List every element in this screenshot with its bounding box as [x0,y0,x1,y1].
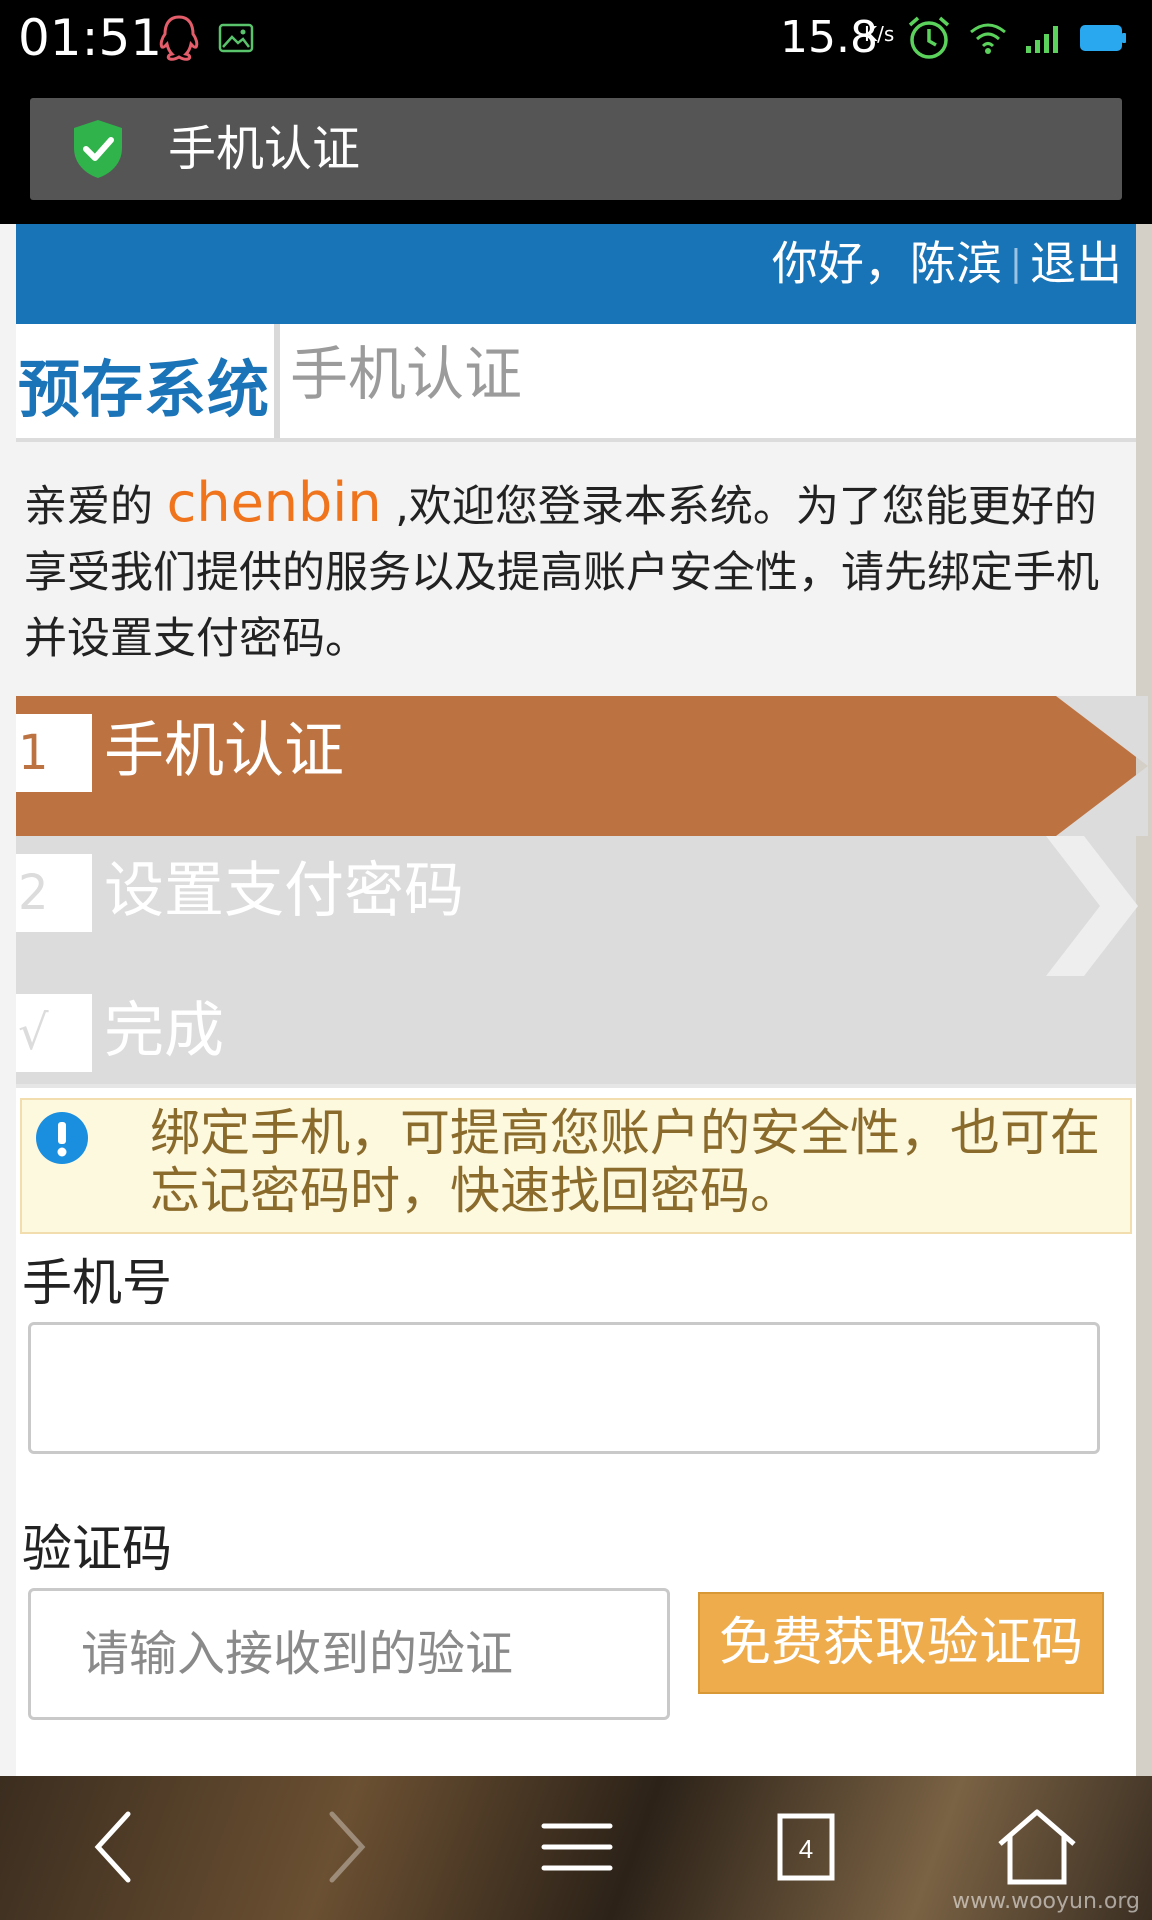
wifi-icon [970,23,1006,54]
logout-link[interactable]: 退出 [1030,237,1122,291]
tab-count: 4 [799,1834,813,1864]
tabs-icon[interactable]: 4 [760,1802,850,1892]
forward-icon[interactable] [300,1802,390,1892]
step-number: 2 [16,854,92,932]
signal-icon [1026,26,1058,53]
bind-phone-form: 绑定手机，可提高您账户的安全性，也可在忘记密码时，快速找回密码。 手机号 验证码… [16,1084,1136,1776]
step-phone-verify: 1 手机认证 [16,696,1148,836]
code-label: 验证码 [22,1520,172,1578]
brand-divider [274,324,280,438]
step-label: 设置支付密码 [104,856,464,926]
user-links: 你好，陈滨 | 退出 [772,228,1122,296]
info-notice: 绑定手机，可提高您账户的安全性，也可在忘记密码时，快速找回密码。 [20,1098,1132,1234]
phone-label: 手机号 [22,1254,172,1312]
user-greeting[interactable]: 你好，陈滨 [772,237,1002,291]
alarm-icon [908,16,950,59]
back-icon[interactable] [70,1802,160,1892]
notice-text: 绑定手机，可提高您账户的安全性，也可在忘记密码时，快速找回密码。 [150,1104,1100,1220]
verification-code-input[interactable] [28,1588,670,1720]
step-check: √ [16,994,92,1072]
browser-nav-bar: 4 www.wooyun.org [0,1776,1152,1920]
battery-icon [1080,25,1126,51]
user-bar: 你好，陈滨 | 退出 [16,224,1136,324]
step-arrow-icon [1056,696,1148,836]
welcome-prefix: 亲爱的 [24,482,167,532]
step-chevron-icon [1046,836,1138,976]
gallery-icon [218,23,254,53]
welcome-message: 亲爱的 chenbin ,欢迎您登录本系统。为了您能更好的享受我们提供的服务以及… [24,470,1136,672]
home-icon[interactable] [992,1802,1082,1892]
phone-screen: 01:51 15.8 K/s 手机认证 你好，陈滨 | 退出 预存系统 手机认证… [0,0,1152,1920]
page-edge [1136,224,1152,1776]
web-page: 你好，陈滨 | 退出 预存系统 手机认证 亲爱的 chenbin ,欢迎您登录本系统… [0,224,1152,1776]
brand-row: 预存系统 手机认证 [16,324,1136,442]
step-complete: √ 完成 [16,976,1136,1088]
step-label: 完成 [104,996,224,1066]
status-time: 01:51 [18,9,163,67]
page-subtitle: 手机认证 [290,340,523,408]
get-code-button[interactable]: 免费获取验证码 [698,1592,1104,1694]
app-title-bar: 手机认证 [30,98,1122,200]
app-title: 手机认证 [168,121,361,177]
status-bar: 01:51 15.8 K/s [0,0,1152,80]
welcome-username: chenbin [166,471,382,534]
watermark: www.wooyun.org [952,1889,1140,1914]
step-label: 手机认证 [104,716,344,786]
qq-icon [159,15,199,61]
header-separator: | [1009,242,1022,284]
step-set-password: 2 设置支付密码 [16,836,1138,976]
brand-logo-text[interactable]: 预存系统 [18,350,270,430]
info-exclamation-icon [36,1112,88,1164]
shield-check-icon [74,120,122,178]
phone-input[interactable] [28,1322,1100,1454]
step-number: 1 [16,714,92,792]
network-speed-unit: K/s [864,22,895,46]
menu-icon[interactable] [532,1802,622,1892]
